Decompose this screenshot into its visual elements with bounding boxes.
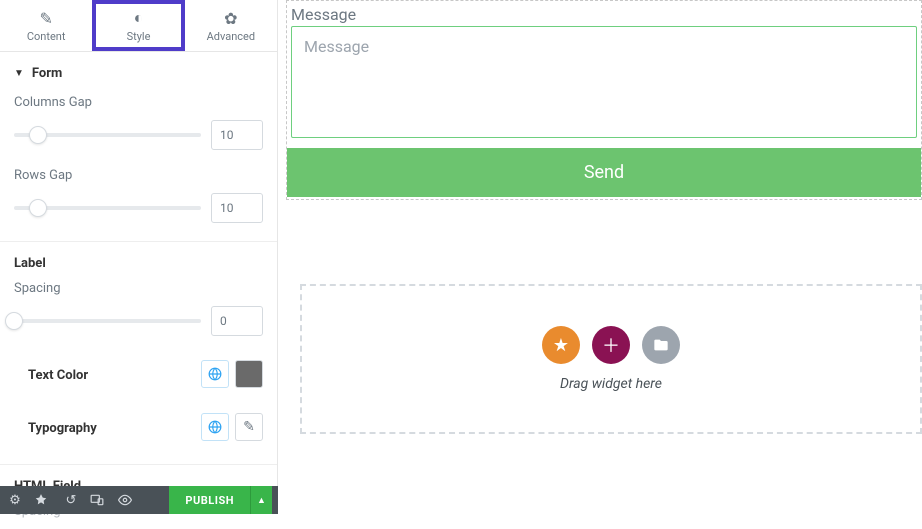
responsive-icon[interactable] xyxy=(90,493,108,507)
globe-icon[interactable] xyxy=(201,413,229,441)
tab-style-label: Style xyxy=(127,30,151,43)
add-section-button[interactable]: ＋ xyxy=(592,326,630,364)
globe-icon[interactable] xyxy=(201,360,229,388)
history-icon[interactable]: ↺ xyxy=(62,493,80,508)
navigator-icon[interactable] xyxy=(34,493,52,507)
drop-hint-text: Drag widget here xyxy=(560,376,662,392)
tab-advanced[interactable]: ✿ Advanced xyxy=(185,0,277,51)
form-widget[interactable]: Message Message Send xyxy=(286,0,922,200)
caret-down-icon: ▼ xyxy=(14,68,24,79)
template-icon[interactable] xyxy=(642,326,680,364)
panel-footer: ⚙ ↺ PUBLISH ▲ xyxy=(0,486,278,514)
spacing-slider[interactable] xyxy=(14,319,201,323)
pencil-icon: ✎ xyxy=(39,9,52,28)
section-label-title: Label xyxy=(0,242,277,281)
settings-icon[interactable]: ⚙ xyxy=(6,493,24,508)
columns-gap-slider[interactable] xyxy=(14,133,201,137)
color-picker-button[interactable] xyxy=(235,360,263,388)
tab-style[interactable]: ◐ Style xyxy=(92,0,184,51)
panel-tabs: ✎ Content ◐ Style ✿ Advanced xyxy=(0,0,277,52)
preview-icon[interactable] xyxy=(118,493,136,507)
publish-options-button[interactable]: ▲ xyxy=(250,486,272,514)
tab-content[interactable]: ✎ Content xyxy=(0,0,92,51)
message-textarea[interactable]: Message xyxy=(291,26,917,138)
typography-label: Typography xyxy=(14,407,111,446)
slider-thumb[interactable] xyxy=(29,199,47,217)
edit-icon[interactable]: ✎ xyxy=(235,413,263,441)
tab-content-label: Content xyxy=(27,30,66,43)
text-color-label: Text Color xyxy=(14,354,102,393)
rows-gap-input[interactable] xyxy=(211,193,263,223)
contrast-icon: ◐ xyxy=(134,8,144,28)
slider-thumb[interactable] xyxy=(5,312,23,330)
drop-section[interactable]: ★ ＋ Drag widget here xyxy=(300,284,922,434)
rows-gap-label: Rows Gap xyxy=(0,168,277,193)
section-form-header[interactable]: ▼ Form xyxy=(0,52,277,95)
section-form-title: Form xyxy=(32,66,62,81)
spacing-label: Spacing xyxy=(0,281,277,306)
send-button[interactable]: Send xyxy=(287,148,921,197)
slider-thumb[interactable] xyxy=(29,126,47,144)
favorite-icon[interactable]: ★ xyxy=(542,326,580,364)
spacing-input[interactable] xyxy=(211,306,263,336)
columns-gap-label: Columns Gap xyxy=(0,95,277,120)
tab-advanced-label: Advanced xyxy=(207,30,255,43)
rows-gap-slider[interactable] xyxy=(14,206,201,210)
message-field-label: Message xyxy=(287,1,921,26)
gear-icon: ✿ xyxy=(224,9,237,28)
publish-button[interactable]: PUBLISH xyxy=(169,486,250,514)
columns-gap-input[interactable] xyxy=(211,120,263,150)
